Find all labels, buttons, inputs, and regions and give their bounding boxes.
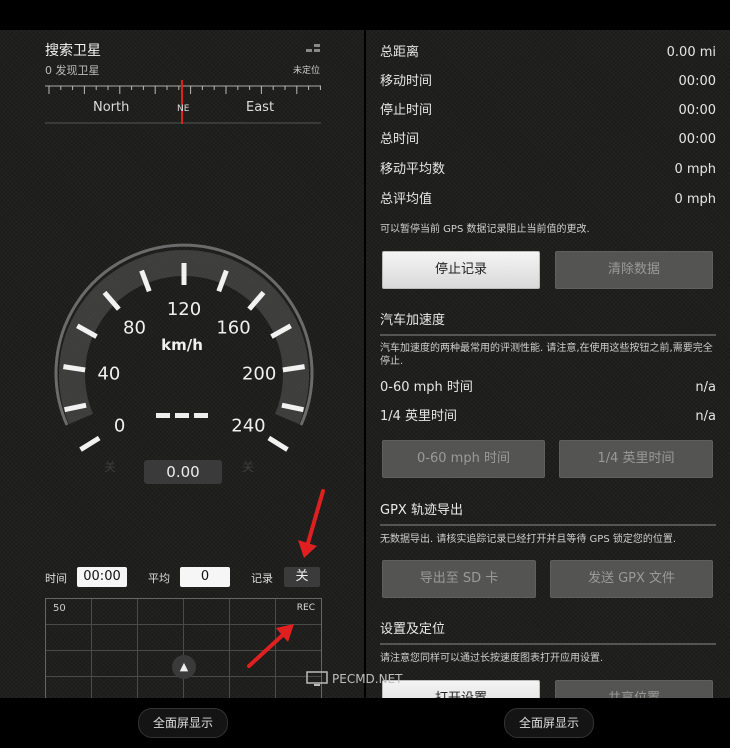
stat-value: n/a: [695, 409, 716, 424]
stat-label: 移动平均数: [380, 162, 446, 177]
gauge-left-off-label: 关: [104, 460, 117, 474]
compass-east-label: East: [246, 100, 275, 115]
speed-gauge: 0 40 80 120 160 200 240 km/h: [54, 243, 314, 452]
statistics-panel: 总距离 0.00 mi 移动时间 00:00 停止时间 00:00 总时间 00:00 …: [366, 30, 730, 698]
quarter-mile-button[interactable]: 1/4 英里时间: [559, 440, 713, 478]
zero-to-sixty-button[interactable]: 0-60 mph 时间: [382, 440, 545, 478]
fullscreen-button-left[interactable]: 全面屏显示: [138, 708, 228, 738]
pause-note: 可以暂停当前 GPS 数据记录阻止当前值的更改.: [380, 224, 590, 235]
compass-scale: [45, 80, 321, 124]
record-label: 记录: [251, 572, 273, 585]
stat-label: 0-60 mph 时间: [380, 380, 473, 395]
monitor-icon: [306, 671, 328, 686]
stat-value: 0.00 mi: [666, 45, 716, 60]
stop-record-button[interactable]: 停止记录: [382, 251, 540, 289]
stat-row: 停止时间 00:00: [380, 101, 716, 121]
satellite-search-title: 搜索卫星: [45, 43, 101, 59]
stat-value: 00:00: [678, 132, 716, 147]
gauge-tick: [63, 364, 86, 373]
settings-section-title: 设置及定位: [380, 618, 716, 645]
gauge-label: 160: [216, 317, 250, 338]
expand-up-button[interactable]: ▲: [172, 655, 196, 679]
open-settings-button[interactable]: 打开设置: [382, 680, 540, 698]
watermark-text: PECMD.NET: [332, 672, 403, 686]
share-location-button[interactable]: 共享位置: [555, 680, 713, 698]
graph-rec-label: REC: [296, 603, 315, 613]
annotation-arrow-record: [298, 489, 325, 558]
stat-value: 00:00: [678, 103, 716, 118]
gauge-label: 240: [231, 415, 265, 436]
location-status: 未定位: [292, 66, 320, 76]
export-sd-button[interactable]: 导出至 SD 卡: [382, 560, 536, 598]
time-value: 00:00: [77, 567, 127, 587]
gauge-label: 200: [242, 364, 276, 385]
stat-value: 0 mph: [674, 162, 716, 177]
stat-row: 移动平均数 0 mph: [380, 160, 716, 180]
fullscreen-button-right[interactable]: 全面屏显示: [504, 708, 594, 738]
acceleration-note: 汽车加速度的两种最常用的评测性能. 请注意,在使用这些按钮之前,需要完全停止.: [380, 343, 713, 367]
stat-label: 停止时间: [380, 103, 433, 118]
speedometer-panel: 搜索卫星 0 发现卫星 未定位 North NE East 0 40 80 120 16…: [0, 30, 364, 698]
accel-stat-row: 1/4 英里时间 n/a: [380, 407, 716, 427]
gpx-note: 无数据导出. 请核实追踪记录已经打开并且等待 GPS 锁定您的位置.: [380, 534, 677, 545]
record-toggle-button[interactable]: 关: [284, 567, 320, 587]
gpx-section-title: GPX 轨迹导出: [380, 499, 716, 526]
compass-strip: North NE East: [45, 80, 321, 124]
clear-data-button[interactable]: 清除数据: [555, 251, 713, 289]
gauge-tick: [79, 435, 101, 452]
signal-bars-icon: [306, 44, 320, 52]
stat-label: 总距离: [380, 45, 420, 60]
satellites-found-count: 0 发现卫星: [45, 64, 100, 77]
stat-value: n/a: [695, 380, 716, 395]
time-label: 时间: [45, 572, 67, 585]
stat-value: 00:00: [678, 74, 716, 89]
annotation-arrow-rec: [247, 624, 294, 668]
send-gpx-button[interactable]: 发送 GPX 文件: [550, 560, 713, 598]
speed-unit-label: km/h: [161, 336, 203, 354]
watermark: PECMD.NET: [306, 671, 403, 687]
average-value: 0: [180, 567, 230, 587]
stat-label: 1/4 英里时间: [380, 409, 458, 424]
gauge-label: 80: [123, 317, 146, 338]
average-label: 平均: [148, 572, 170, 585]
settings-note: 请注意您同样可以通过长按速度图表打开应用设置.: [380, 653, 604, 664]
stat-label: 总评均值: [380, 192, 433, 207]
gauge-tick: [282, 364, 305, 373]
digital-speed-dashes: [156, 413, 208, 418]
acceleration-section-title: 汽车加速度: [380, 309, 716, 336]
gauge-label: 0: [114, 415, 125, 436]
accel-stat-row: 0-60 mph 时间 n/a: [380, 378, 716, 398]
gauge-label: 40: [97, 364, 120, 385]
stat-value: 0 mph: [674, 192, 716, 207]
stat-row: 总距离 0.00 mi: [380, 43, 716, 63]
stat-row: 总时间 00:00: [380, 130, 716, 150]
gauge-right-off-label: 关: [242, 460, 255, 474]
stat-row: 总评均值 0 mph: [380, 190, 716, 210]
compass-north-label: North: [93, 100, 130, 115]
compass-ne-label: NE: [177, 104, 190, 114]
graph-max-label: 50: [53, 603, 66, 614]
stat-row: 移动时间 00:00: [380, 72, 716, 92]
stat-label: 移动时间: [380, 74, 433, 89]
stat-label: 总时间: [380, 132, 420, 147]
gauge-tick: [267, 435, 289, 452]
gauge-label: 120: [167, 299, 201, 320]
speed-value-display: 0.00: [144, 460, 222, 484]
